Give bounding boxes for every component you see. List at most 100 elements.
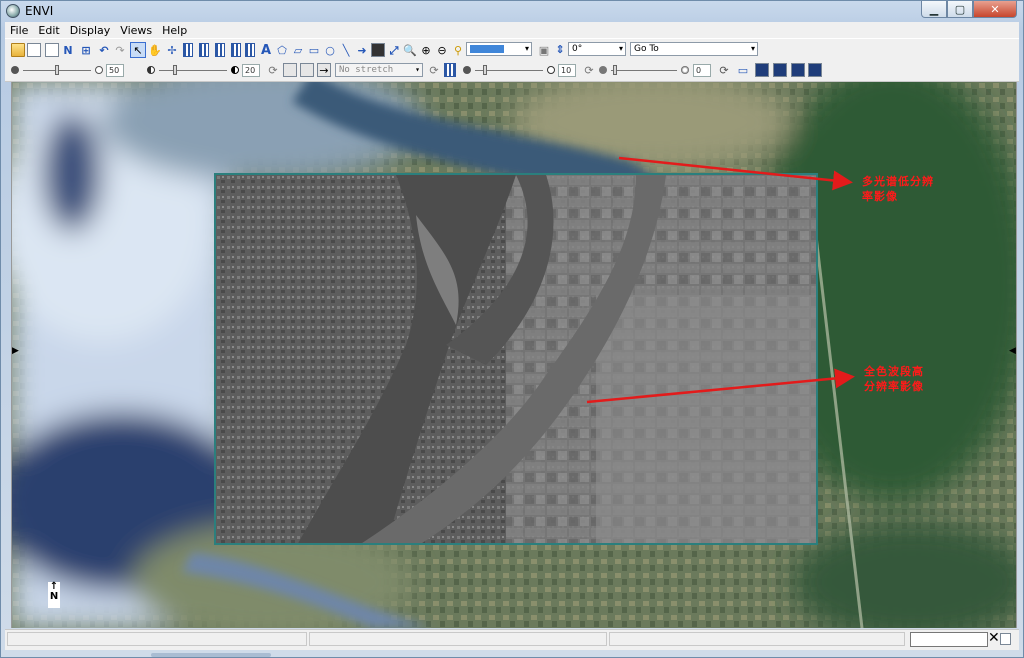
grid-tool-icon-4[interactable] xyxy=(231,43,241,57)
picture-annotation-icon[interactable] xyxy=(371,43,385,57)
rectangle-annotation-icon[interactable]: ▭ xyxy=(307,43,321,57)
sharpen-slider-knob[interactable] xyxy=(483,65,487,75)
open-file-icon[interactable] xyxy=(11,43,25,57)
envi-window: ENVI ▁ ▢ ✕ File Edit Display Views Help … xyxy=(0,0,1024,658)
status-cell-1 xyxy=(7,632,307,646)
process-progress-field xyxy=(910,632,988,647)
stretch-apply-icon[interactable]: → xyxy=(317,63,331,77)
reset-contrast-icon[interactable]: ⟳ xyxy=(266,63,280,77)
sharpen-max-icon xyxy=(547,66,555,74)
menu-file[interactable]: File xyxy=(5,24,33,37)
polygon-annotation-icon[interactable]: ▱ xyxy=(291,43,305,57)
expand-right-panel-icon[interactable]: ◀ xyxy=(1009,346,1016,356)
menu-edit[interactable]: Edit xyxy=(33,24,64,37)
view-layout-1-icon[interactable] xyxy=(755,63,769,77)
view-layout-2-icon[interactable] xyxy=(773,63,787,77)
reset-transparency-icon[interactable]: ⟳ xyxy=(717,63,731,77)
transparency-value[interactable]: 0 xyxy=(693,64,711,77)
histogram-icon[interactable] xyxy=(283,63,297,77)
menu-help[interactable]: Help xyxy=(157,24,192,37)
menu-views[interactable]: Views xyxy=(115,24,157,37)
expand-left-panel-icon[interactable]: ▶ xyxy=(12,346,19,356)
image-view[interactable]: 多光谱低分辨 率影像 全色波段高 分辨率影像 ↑ N xyxy=(11,82,1017,628)
status-cell-3 xyxy=(609,632,905,646)
goto-combo[interactable]: Go To ▾ xyxy=(630,42,758,56)
transparency-slider-knob[interactable] xyxy=(613,65,617,75)
stretch-combo[interactable]: No stretch ▾ xyxy=(335,63,423,77)
panchromatic-annotation-line1: 全色波段高 xyxy=(864,365,924,378)
north-arrow-label: N xyxy=(49,591,59,602)
menu-bar: File Edit Display Views Help xyxy=(5,22,1019,38)
layer-manager-icon[interactable]: ⊞ xyxy=(79,43,93,57)
grid-tool-icon-5[interactable] xyxy=(245,43,255,57)
multispectral-annotation-line1: 多光谱低分辨 xyxy=(862,175,934,188)
contrast-value[interactable]: 20 xyxy=(242,64,260,77)
contrast-max-icon xyxy=(231,66,239,74)
transparency-slider[interactable] xyxy=(611,70,677,71)
window-scroll-indicator xyxy=(151,653,271,657)
cancel-process-icon[interactable]: ✕ xyxy=(988,630,1000,646)
undo-icon[interactable]: ↶ xyxy=(97,43,111,57)
rotation-combo[interactable]: 0° ▾ xyxy=(568,42,626,56)
process-manager-icon[interactable] xyxy=(1000,633,1011,645)
goto-label: Go To xyxy=(634,44,659,54)
zoom-in-icon[interactable]: ⊕ xyxy=(419,43,433,57)
panchromatic-annotation: 全色波段高 分辨率影像 xyxy=(864,364,924,394)
line-annotation-icon[interactable]: ╲ xyxy=(339,43,353,57)
sharpen-icon[interactable] xyxy=(444,63,456,77)
status-bar: ✕ xyxy=(5,629,1019,650)
reset-stretch-icon[interactable]: ⟳ xyxy=(427,63,441,77)
rotation-value: 0° xyxy=(572,44,583,54)
contrast-slider-knob[interactable] xyxy=(173,65,177,75)
ellipse-annotation-icon[interactable]: ○ xyxy=(323,43,337,57)
arrow-annotation-icon[interactable]: ➜ xyxy=(355,43,369,57)
symbol-annotation-icon[interactable]: ⬠ xyxy=(275,43,289,57)
data-manager-icon[interactable] xyxy=(27,43,41,57)
stretch-settings-icon[interactable] xyxy=(300,63,314,77)
fixed-zoom-icon[interactable]: ⚲ xyxy=(451,43,465,57)
minimize-button[interactable]: ▁ xyxy=(921,1,947,18)
north-arrow: ↑ N xyxy=(48,582,60,608)
save-icon[interactable] xyxy=(45,43,59,57)
zoom-out-icon[interactable]: ⊖ xyxy=(435,43,449,57)
window-title: ENVI xyxy=(25,4,54,18)
reset-sharpen-icon[interactable]: ⟳ xyxy=(582,63,596,77)
scale-bar-icon[interactable]: ▭ xyxy=(736,63,750,77)
zoom-combo[interactable]: ▾ xyxy=(466,42,532,56)
crosshair-icon[interactable]: ✢ xyxy=(165,43,179,57)
maximize-button[interactable]: ▢ xyxy=(947,1,973,18)
brightness-slider-knob[interactable] xyxy=(55,65,59,75)
grid-tool-icon-2[interactable] xyxy=(199,43,209,57)
main-toolbar: N ⊞ ↶ ↷ ↖ ✋ ✢ A ⬠ ▱ ▭ ○ ╲ ➜ ⤢ 🔍 ⊕ ⊖ ⚲ ▾ … xyxy=(5,38,1019,61)
grid-tool-icon-1[interactable] xyxy=(183,43,193,57)
view-layout-4-icon[interactable] xyxy=(808,63,822,77)
redo-icon[interactable]: ↷ xyxy=(113,43,127,57)
panchromatic-annotation-line2: 分辨率影像 xyxy=(864,380,924,393)
panchromatic-image-content xyxy=(216,175,816,543)
title-bar: ENVI ▁ ▢ ✕ xyxy=(1,1,1023,22)
status-cell-2 xyxy=(309,632,607,646)
new-view-icon[interactable]: N xyxy=(61,43,75,57)
text-annotation-icon[interactable]: A xyxy=(259,43,273,57)
close-button[interactable]: ✕ xyxy=(973,1,1017,18)
transparency-max-icon xyxy=(681,66,689,74)
zoom-extent-icon[interactable]: ⤢ xyxy=(387,43,401,57)
sharpen-min-icon xyxy=(463,66,471,74)
brightness-max-icon xyxy=(95,66,103,74)
contrast-slider[interactable] xyxy=(159,70,227,71)
rotate-lock-icon[interactable]: ▣ xyxy=(537,43,551,57)
zoom-icon[interactable]: 🔍 xyxy=(403,43,417,57)
display-toolbar: 50 20 ⟳ → No stretch ▾ ⟳ 10 ⟳ 0 ⟳ ▭ xyxy=(5,60,1019,82)
panchromatic-image xyxy=(214,173,818,545)
pan-icon[interactable]: ✋ xyxy=(148,43,162,57)
select-pointer-icon[interactable]: ↖ xyxy=(130,42,146,58)
rotate-icon[interactable]: ⇕ xyxy=(553,42,567,56)
contrast-icon xyxy=(147,66,155,74)
view-layout-3-icon[interactable] xyxy=(791,63,805,77)
brightness-value[interactable]: 50 xyxy=(106,64,124,77)
menu-display[interactable]: Display xyxy=(65,24,116,37)
grid-tool-icon-3[interactable] xyxy=(215,43,225,57)
sharpen-value[interactable]: 10 xyxy=(558,64,576,77)
transparency-min-icon xyxy=(599,66,607,74)
envi-app-icon xyxy=(6,4,20,18)
